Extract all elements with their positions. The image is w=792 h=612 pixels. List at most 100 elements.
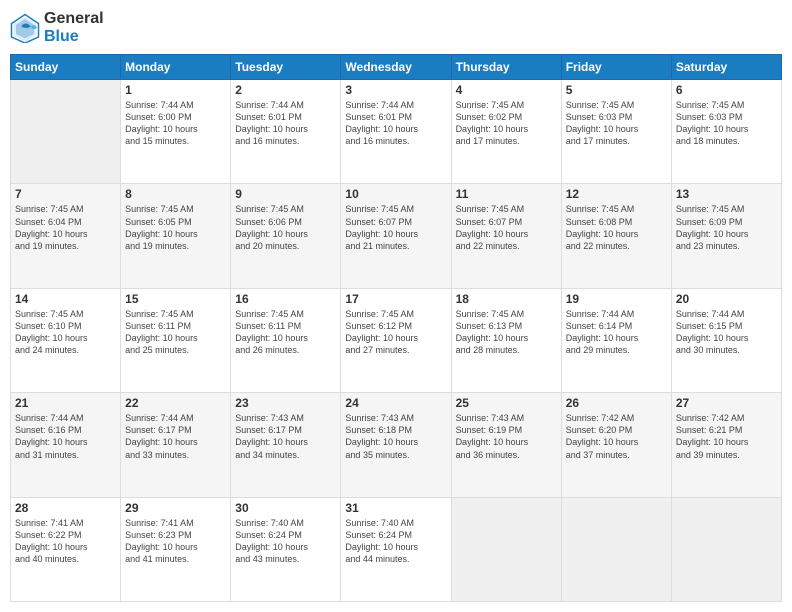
day-number: 27	[676, 396, 777, 410]
day-number: 21	[15, 396, 116, 410]
day-info: Sunrise: 7:44 AM Sunset: 6:15 PM Dayligh…	[676, 308, 777, 357]
calendar-cell: 11Sunrise: 7:45 AM Sunset: 6:07 PM Dayli…	[451, 184, 561, 288]
calendar-table: SundayMondayTuesdayWednesdayThursdayFrid…	[10, 54, 782, 602]
calendar-cell: 3 Sunrise: 7:44 AM Sunset: 6:01 PM Daylig…	[341, 80, 451, 184]
calendar-cell: 5 Sunrise: 7:45 AM Sunset: 6:03 PM Daylig…	[561, 80, 671, 184]
calendar-cell: 2Sunrise: 7:44 AM Sunset: 6:01 PM Daylig…	[231, 80, 341, 184]
logo-icon	[10, 13, 40, 43]
calendar-cell: 13 Sunrise: 7:45 AM Sunset: 6:09 PM Dayli…	[671, 184, 781, 288]
day-info: Sunrise: 7:41 AM Sunset: 6:22 PM Dayligh…	[15, 517, 116, 566]
calendar-cell: 19 Sunrise: 7:44 AM Sunset: 6:14 PM Dayli…	[561, 288, 671, 392]
day-info: Sunrise: 7:44 AM Sunset: 6:01 PM Dayligh…	[345, 99, 446, 148]
day-info: Sunrise: 7:42 AM Sunset: 6:20 PM Dayligh…	[566, 412, 667, 461]
calendar-cell: 31Sunrise: 7:40 AM Sunset: 6:24 PM Dayli…	[341, 497, 451, 601]
calendar-week-5: 28 Sunrise: 7:41 AM Sunset: 6:22 PM Dayli…	[11, 497, 782, 601]
header: General Blue	[10, 10, 782, 46]
day-number: 2	[235, 83, 336, 97]
calendar-header-row: SundayMondayTuesdayWednesdayThursdayFrid…	[11, 55, 782, 80]
day-info: Sunrise: 7:44 AM Sunset: 6:00 PM Dayligh…	[125, 99, 226, 148]
day-info: Sunrise: 7:43 AM Sunset: 6:19 PM Dayligh…	[456, 412, 557, 461]
calendar-cell: 10 Sunrise: 7:45 AM Sunset: 6:07 PM Dayli…	[341, 184, 451, 288]
day-number: 29	[125, 501, 226, 515]
day-number: 19	[566, 292, 667, 306]
calendar-cell: 7Sunrise: 7:45 AM Sunset: 6:04 PM Daylig…	[11, 184, 121, 288]
calendar-header-sunday: Sunday	[11, 55, 121, 80]
day-number: 9	[235, 187, 336, 201]
calendar-header-thursday: Thursday	[451, 55, 561, 80]
day-info: Sunrise: 7:44 AM Sunset: 6:17 PM Dayligh…	[125, 412, 226, 461]
day-info: Sunrise: 7:45 AM Sunset: 6:08 PM Dayligh…	[566, 203, 667, 252]
calendar-header-saturday: Saturday	[671, 55, 781, 80]
day-info: Sunrise: 7:45 AM Sunset: 6:05 PM Dayligh…	[125, 203, 226, 252]
day-info: Sunrise: 7:45 AM Sunset: 6:03 PM Dayligh…	[566, 99, 667, 148]
day-number: 3	[345, 83, 446, 97]
calendar-cell: 15 Sunrise: 7:45 AM Sunset: 6:11 PM Dayli…	[121, 288, 231, 392]
day-info: Sunrise: 7:40 AM Sunset: 6:24 PM Dayligh…	[345, 517, 446, 566]
calendar-cell: 17Sunrise: 7:45 AM Sunset: 6:12 PM Dayli…	[341, 288, 451, 392]
day-info: Sunrise: 7:45 AM Sunset: 6:04 PM Dayligh…	[15, 203, 116, 252]
calendar-cell: 27 Sunrise: 7:42 AM Sunset: 6:21 PM Dayli…	[671, 393, 781, 497]
day-info: Sunrise: 7:43 AM Sunset: 6:17 PM Dayligh…	[235, 412, 336, 461]
day-info: Sunrise: 7:42 AM Sunset: 6:21 PM Dayligh…	[676, 412, 777, 461]
logo-text: General Blue	[44, 10, 104, 46]
day-number: 24	[345, 396, 446, 410]
calendar-week-3: 14Sunrise: 7:45 AM Sunset: 6:10 PM Dayli…	[11, 288, 782, 392]
calendar-cell: 22 Sunrise: 7:44 AM Sunset: 6:17 PM Dayli…	[121, 393, 231, 497]
day-number: 28	[15, 501, 116, 515]
calendar-cell: 14Sunrise: 7:45 AM Sunset: 6:10 PM Dayli…	[11, 288, 121, 392]
logo: General Blue	[10, 10, 104, 46]
day-info: Sunrise: 7:45 AM Sunset: 6:07 PM Dayligh…	[456, 203, 557, 252]
day-info: Sunrise: 7:45 AM Sunset: 6:10 PM Dayligh…	[15, 308, 116, 357]
day-number: 20	[676, 292, 777, 306]
calendar-week-1: 1 Sunrise: 7:44 AM Sunset: 6:00 PM Daylig…	[11, 80, 782, 184]
calendar-cell: 28 Sunrise: 7:41 AM Sunset: 6:22 PM Dayli…	[11, 497, 121, 601]
day-info: Sunrise: 7:41 AM Sunset: 6:23 PM Dayligh…	[125, 517, 226, 566]
calendar-week-2: 7Sunrise: 7:45 AM Sunset: 6:04 PM Daylig…	[11, 184, 782, 288]
day-info: Sunrise: 7:45 AM Sunset: 6:02 PM Dayligh…	[456, 99, 557, 148]
calendar-cell: 6Sunrise: 7:45 AM Sunset: 6:03 PM Daylig…	[671, 80, 781, 184]
day-number: 22	[125, 396, 226, 410]
calendar-header-tuesday: Tuesday	[231, 55, 341, 80]
day-info: Sunrise: 7:44 AM Sunset: 6:14 PM Dayligh…	[566, 308, 667, 357]
day-info: Sunrise: 7:45 AM Sunset: 6:11 PM Dayligh…	[125, 308, 226, 357]
day-info: Sunrise: 7:45 AM Sunset: 6:09 PM Dayligh…	[676, 203, 777, 252]
day-number: 8	[125, 187, 226, 201]
calendar-header-monday: Monday	[121, 55, 231, 80]
day-info: Sunrise: 7:45 AM Sunset: 6:06 PM Dayligh…	[235, 203, 336, 252]
calendar-cell	[451, 497, 561, 601]
day-info: Sunrise: 7:45 AM Sunset: 6:03 PM Dayligh…	[676, 99, 777, 148]
calendar-cell: 30 Sunrise: 7:40 AM Sunset: 6:24 PM Dayli…	[231, 497, 341, 601]
day-info: Sunrise: 7:45 AM Sunset: 6:07 PM Dayligh…	[345, 203, 446, 252]
day-info: Sunrise: 7:43 AM Sunset: 6:18 PM Dayligh…	[345, 412, 446, 461]
day-number: 13	[676, 187, 777, 201]
calendar-cell: 1 Sunrise: 7:44 AM Sunset: 6:00 PM Daylig…	[121, 80, 231, 184]
calendar-cell: 23 Sunrise: 7:43 AM Sunset: 6:17 PM Dayli…	[231, 393, 341, 497]
calendar-cell	[11, 80, 121, 184]
day-info: Sunrise: 7:45 AM Sunset: 6:13 PM Dayligh…	[456, 308, 557, 357]
calendar-cell: 25 Sunrise: 7:43 AM Sunset: 6:19 PM Dayli…	[451, 393, 561, 497]
page: General Blue SundayMondayTuesdayWednesda…	[0, 0, 792, 612]
day-number: 16	[235, 292, 336, 306]
calendar-week-4: 21Sunrise: 7:44 AM Sunset: 6:16 PM Dayli…	[11, 393, 782, 497]
day-number: 23	[235, 396, 336, 410]
day-number: 26	[566, 396, 667, 410]
day-number: 4	[456, 83, 557, 97]
day-number: 17	[345, 292, 446, 306]
calendar-cell: 26 Sunrise: 7:42 AM Sunset: 6:20 PM Dayli…	[561, 393, 671, 497]
calendar-header-wednesday: Wednesday	[341, 55, 451, 80]
day-number: 25	[456, 396, 557, 410]
day-number: 1	[125, 83, 226, 97]
calendar-cell: 12 Sunrise: 7:45 AM Sunset: 6:08 PM Dayli…	[561, 184, 671, 288]
day-number: 12	[566, 187, 667, 201]
day-number: 5	[566, 83, 667, 97]
calendar-cell: 20 Sunrise: 7:44 AM Sunset: 6:15 PM Dayli…	[671, 288, 781, 392]
day-number: 30	[235, 501, 336, 515]
calendar-cell: 18Sunrise: 7:45 AM Sunset: 6:13 PM Dayli…	[451, 288, 561, 392]
calendar-cell	[671, 497, 781, 601]
day-number: 10	[345, 187, 446, 201]
calendar-cell: 29 Sunrise: 7:41 AM Sunset: 6:23 PM Dayli…	[121, 497, 231, 601]
calendar-cell: 9 Sunrise: 7:45 AM Sunset: 6:06 PM Daylig…	[231, 184, 341, 288]
calendar-cell: 21Sunrise: 7:44 AM Sunset: 6:16 PM Dayli…	[11, 393, 121, 497]
day-info: Sunrise: 7:40 AM Sunset: 6:24 PM Dayligh…	[235, 517, 336, 566]
day-number: 15	[125, 292, 226, 306]
